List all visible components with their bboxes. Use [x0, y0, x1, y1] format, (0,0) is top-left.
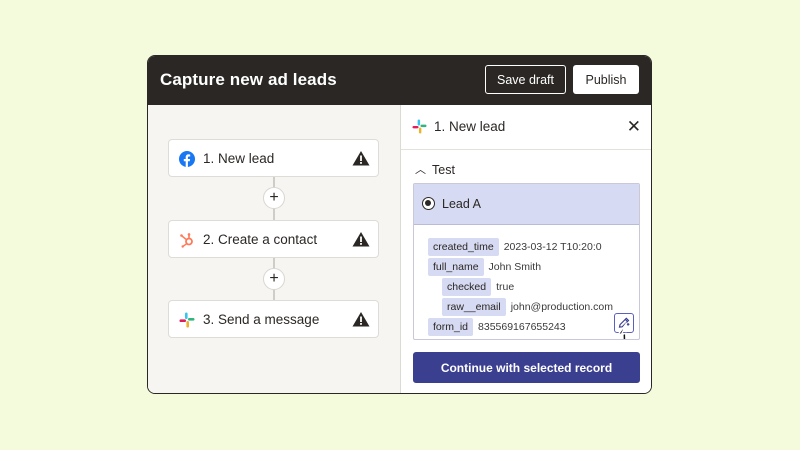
field-value: true: [496, 281, 515, 293]
chevron-up-icon: ︿: [415, 164, 426, 176]
warning-icon: [352, 312, 370, 327]
field-key: form_id: [428, 318, 474, 336]
add-step-button[interactable]: +: [263, 187, 285, 209]
record-field: created_time 2023-03-12 T10:20:0: [428, 238, 602, 256]
field-key: checked: [442, 278, 492, 296]
continue-button[interactable]: Continue with selected record: [413, 352, 640, 383]
header-bar: Capture new ad leads Save draft Publish: [148, 56, 651, 105]
test-section-toggle[interactable]: ︿ Test: [415, 162, 455, 178]
field-key: raw__email: [442, 298, 506, 316]
slack-icon: [179, 312, 195, 328]
close-icon[interactable]: ✕: [627, 117, 641, 137]
record-field: form_id 835569167655243: [428, 318, 566, 336]
field-value: John Smith: [488, 261, 542, 273]
add-step-button[interactable]: +: [263, 268, 285, 290]
hubspot-icon: [180, 233, 193, 248]
app-window: Capture new ad leads Save draft Publish …: [147, 55, 652, 394]
warning-icon: [352, 232, 370, 247]
record-option-lead-a[interactable]: Lead A: [414, 184, 639, 225]
record-name: Lead A: [442, 197, 481, 211]
record-list: Lead A created_time 2023-03-12 T10:20:0 …: [413, 183, 640, 340]
step-label: 1. New lead: [203, 151, 275, 166]
field-value: 835569167655243: [478, 321, 566, 333]
panel-header: 1. New lead ✕: [401, 105, 651, 150]
field-key: created_time: [428, 238, 499, 256]
record-field: full_name John Smith: [428, 258, 541, 276]
field-value: 2023-03-12 T10:20:0: [503, 241, 602, 253]
warning-icon: [352, 151, 370, 166]
test-label: Test: [432, 163, 455, 177]
record-field: checked true: [442, 278, 514, 296]
step-label: 2. Create a contact: [203, 232, 318, 247]
step-label: 3. Send a message: [203, 312, 320, 327]
field-key: full_name: [428, 258, 484, 276]
step-card-new-lead[interactable]: 1. New lead: [168, 139, 379, 177]
mouse-cursor-icon: [616, 322, 628, 339]
radio-selected[interactable]: [422, 197, 435, 210]
step-card-send-message[interactable]: 3. Send a message: [168, 300, 379, 338]
slack-icon: [412, 119, 427, 134]
panel-title: 1. New lead: [434, 119, 506, 134]
field-value: john@production.com: [510, 301, 614, 313]
step-card-create-contact[interactable]: 2. Create a contact: [168, 220, 379, 258]
publish-button[interactable]: Publish: [573, 65, 639, 94]
step-detail-panel: 1. New lead ✕ ︿ Test Lead A created_time …: [401, 105, 651, 393]
save-draft-button[interactable]: Save draft: [485, 65, 566, 94]
page-title: Capture new ad leads: [160, 70, 337, 89]
facebook-icon: [179, 151, 195, 167]
workflow-canvas: 1. New lead + 2. Create a contact + 3. S…: [148, 105, 401, 393]
record-field: raw__email john@production.com: [442, 298, 613, 316]
